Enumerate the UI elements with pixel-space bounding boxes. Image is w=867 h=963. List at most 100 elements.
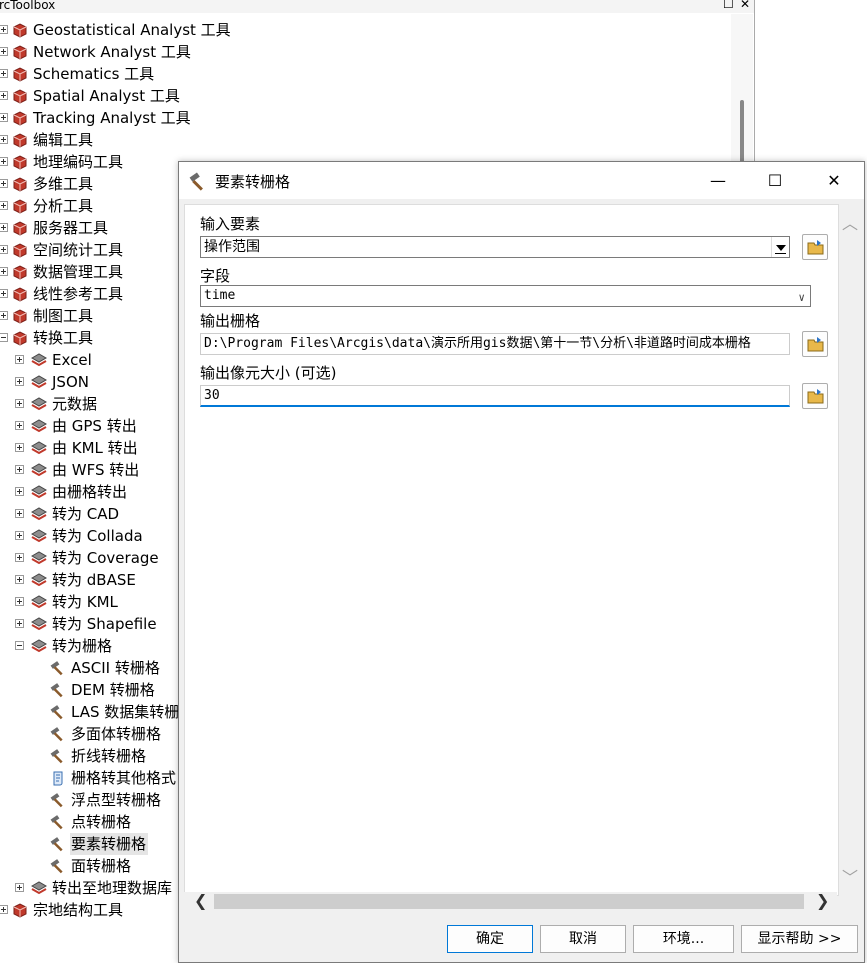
expand-plus-icon[interactable] bbox=[0, 69, 8, 78]
expand-plus-icon[interactable] bbox=[15, 443, 24, 452]
dialog-title: 要素转栅格 bbox=[215, 173, 291, 191]
hammer-icon bbox=[50, 704, 66, 720]
tree-item[interactable]: Schematics 工具 bbox=[0, 63, 730, 85]
expand-plus-icon[interactable] bbox=[0, 289, 8, 298]
toolbox-icon bbox=[12, 176, 28, 192]
toolbox-icon bbox=[12, 330, 28, 346]
toolset-icon bbox=[30, 572, 48, 588]
ok-button[interactable]: 确定 bbox=[447, 925, 533, 953]
parameters-panel: 输入要素 操作范围 字段 time ∨ 输出栅格 D:\Program File… bbox=[184, 204, 839, 896]
tree-item[interactable]: Tracking Analyst 工具 bbox=[0, 107, 730, 129]
expand-plus-icon[interactable] bbox=[15, 377, 24, 386]
tree-item-label: 栅格转其他格式 bbox=[71, 769, 177, 787]
expand-plus-icon[interactable] bbox=[15, 465, 24, 474]
toolbox-close-button[interactable]: ✕ bbox=[740, 0, 750, 10]
tree-item[interactable]: Spatial Analyst 工具 bbox=[0, 85, 730, 107]
cell-size-value: 30 bbox=[204, 388, 220, 403]
tree-item-label: 转换工具 bbox=[33, 329, 94, 347]
vertical-scrollbar[interactable]: ︿ ﹀ bbox=[839, 204, 861, 894]
toolset-icon bbox=[30, 550, 48, 566]
expand-plus-icon[interactable] bbox=[15, 355, 24, 364]
tree-item-label: JSON bbox=[52, 373, 89, 391]
expand-plus-icon[interactable] bbox=[0, 311, 8, 320]
collapse-minus-icon[interactable] bbox=[0, 333, 8, 342]
horizontal-scrollbar-thumb[interactable] bbox=[214, 894, 804, 909]
tree-item-label: 地理编码工具 bbox=[33, 153, 124, 171]
maximize-button[interactable]: ☐ bbox=[752, 162, 798, 199]
cell-size-browse-button[interactable] bbox=[802, 383, 828, 409]
cancel-button[interactable]: 取消 bbox=[540, 925, 626, 953]
tree-item[interactable]: Network Analyst 工具 bbox=[0, 41, 730, 63]
tree-item-label: 转为 KML bbox=[52, 593, 118, 611]
expand-plus-icon[interactable] bbox=[0, 201, 8, 210]
expand-plus-icon[interactable] bbox=[0, 25, 8, 34]
output-raster-input[interactable]: D:\Program Files\Arcgis\data\演示所用gis数据\第… bbox=[200, 333, 790, 355]
toolset-icon bbox=[30, 418, 48, 434]
chevron-down-icon: ∨ bbox=[798, 291, 805, 304]
scroll-left-icon[interactable]: ❮ bbox=[194, 891, 207, 910]
horizontal-scrollbar[interactable]: ❮ ❯ bbox=[184, 891, 837, 912]
toolset-icon bbox=[30, 352, 48, 368]
input-features-combo[interactable]: 操作范围 bbox=[200, 236, 790, 258]
expand-plus-icon[interactable] bbox=[0, 113, 8, 122]
field-dropdown[interactable]: time ∨ bbox=[200, 285, 811, 307]
expand-plus-icon[interactable] bbox=[15, 531, 24, 540]
expand-plus-icon[interactable] bbox=[15, 421, 24, 430]
expand-plus-icon[interactable] bbox=[15, 619, 24, 628]
expand-plus-icon[interactable] bbox=[0, 135, 8, 144]
close-button[interactable]: ✕ bbox=[811, 162, 857, 199]
toolbox-restore-button[interactable]: ☐ bbox=[723, 0, 734, 10]
tree-item-label: LAS 数据集转栅 bbox=[71, 703, 180, 721]
chevron-down-icon[interactable] bbox=[771, 237, 789, 257]
expand-plus-icon[interactable] bbox=[15, 597, 24, 606]
collapse-minus-icon[interactable] bbox=[15, 641, 24, 650]
expand-plus-icon[interactable] bbox=[15, 883, 24, 892]
expand-plus-icon[interactable] bbox=[0, 91, 8, 100]
tree-item-label: 多维工具 bbox=[33, 175, 94, 193]
tree-item-label: 分析工具 bbox=[33, 197, 94, 215]
output-raster-label: 输出栅格 bbox=[200, 312, 261, 330]
toolset-icon bbox=[30, 462, 48, 478]
toolset-icon bbox=[30, 396, 48, 412]
hammer-icon bbox=[50, 814, 66, 830]
expand-plus-icon[interactable] bbox=[0, 179, 8, 188]
expand-plus-icon[interactable] bbox=[0, 245, 8, 254]
expand-plus-icon[interactable] bbox=[15, 509, 24, 518]
expand-plus-icon[interactable] bbox=[15, 487, 24, 496]
cell-size-input[interactable]: 30 bbox=[200, 385, 790, 407]
expand-plus-icon[interactable] bbox=[0, 905, 8, 914]
input-features-browse-button[interactable] bbox=[802, 234, 828, 260]
expand-plus-icon[interactable] bbox=[15, 399, 24, 408]
minimize-button[interactable]: — bbox=[695, 162, 741, 199]
expand-plus-icon[interactable] bbox=[0, 157, 8, 166]
hammer-icon bbox=[188, 171, 208, 195]
scroll-up-icon[interactable]: ︿ bbox=[842, 210, 858, 234]
tree-item[interactable]: 编辑工具 bbox=[0, 129, 730, 151]
tree-item-label: Spatial Analyst 工具 bbox=[33, 87, 180, 105]
output-raster-browse-button[interactable] bbox=[802, 331, 828, 357]
expand-plus-icon[interactable] bbox=[0, 267, 8, 276]
scroll-down-icon[interactable]: ﹀ bbox=[842, 864, 858, 888]
toolset-icon bbox=[30, 594, 48, 610]
expand-plus-icon[interactable] bbox=[15, 575, 24, 584]
open-folder-icon bbox=[807, 389, 824, 404]
input-features-label: 输入要素 bbox=[200, 215, 261, 233]
cell-size-label: 输出像元大小 (可选) bbox=[200, 364, 337, 382]
toolbox-icon bbox=[12, 264, 28, 280]
toolbox-icon bbox=[12, 198, 28, 214]
hammer-icon bbox=[50, 792, 66, 808]
show-help-button[interactable]: 显示帮助 >> bbox=[741, 925, 858, 953]
tree-item-label: 转为 CAD bbox=[52, 505, 120, 523]
expand-plus-icon[interactable] bbox=[0, 223, 8, 232]
expand-plus-icon[interactable] bbox=[15, 553, 24, 562]
scroll-right-icon[interactable]: ❯ bbox=[816, 891, 829, 910]
dialog-titlebar: 要素转栅格 — ☐ ✕ bbox=[179, 162, 864, 199]
expand-plus-icon[interactable] bbox=[0, 47, 8, 56]
hammer-icon bbox=[50, 836, 66, 852]
tree-item[interactable]: Geostatistical Analyst 工具 bbox=[0, 19, 730, 41]
environments-button[interactable]: 环境... bbox=[633, 925, 734, 953]
hammer-icon bbox=[50, 682, 66, 698]
tree-item-label: 线性参考工具 bbox=[33, 285, 124, 303]
tree-item-label: 宗地结构工具 bbox=[33, 901, 124, 919]
feature-to-raster-dialog: 要素转栅格 — ☐ ✕ 输入要素 操作范围 字段 time ∨ 输出栅格 D:\… bbox=[178, 161, 865, 963]
